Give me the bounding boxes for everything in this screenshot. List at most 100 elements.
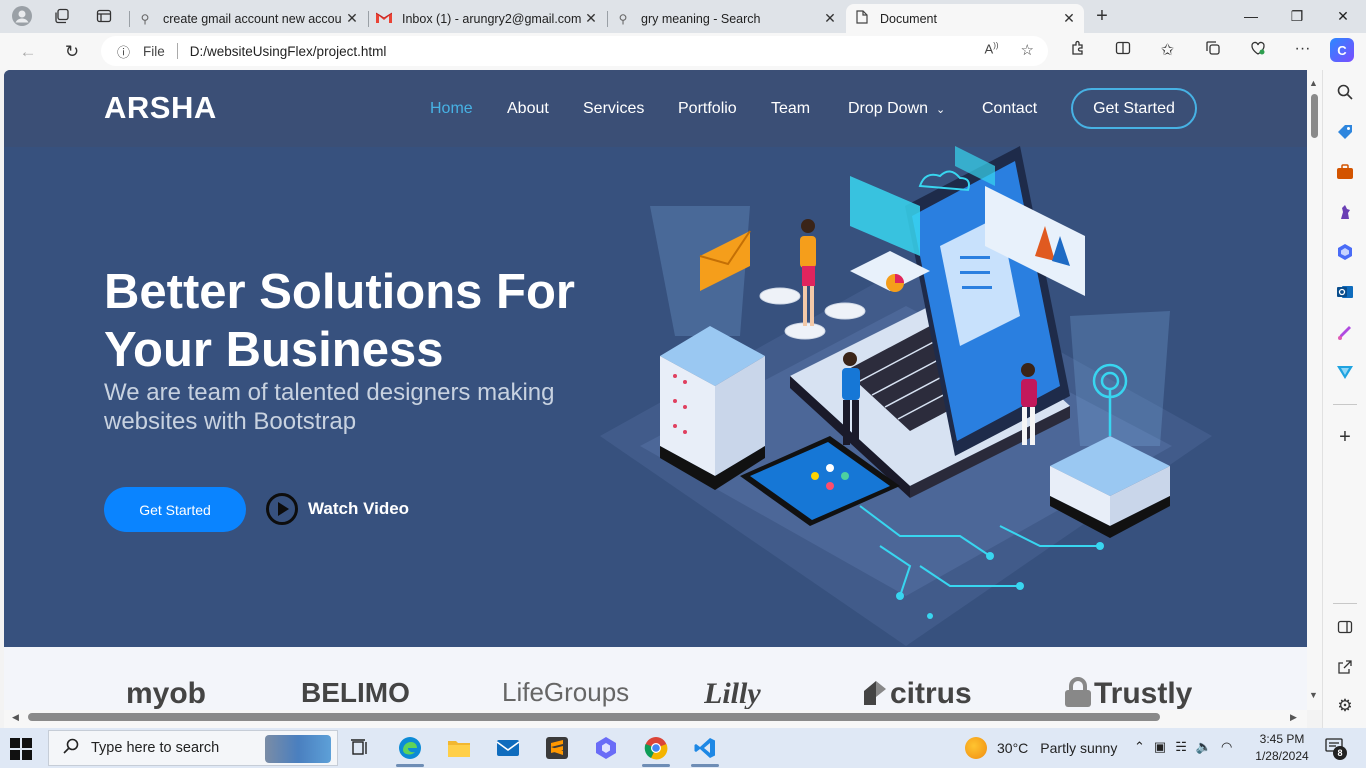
windows-start-icon[interactable] — [10, 738, 32, 760]
more-options-icon[interactable]: ··· — [1280, 40, 1325, 61]
wifi-icon[interactable]: ◠ — [1221, 739, 1232, 755]
site-header: ARSHA Home About Services Portfolio Team… — [4, 70, 1307, 147]
notification-count-badge: 8 — [1333, 746, 1347, 760]
nav-portfolio[interactable]: Portfolio — [678, 100, 737, 118]
minimize-icon[interactable]: — — [1228, 4, 1274, 28]
hide-sidebar-icon[interactable] — [1333, 615, 1357, 639]
task-view-icon[interactable] — [340, 733, 380, 763]
copilot-taskbar-icon[interactable] — [586, 733, 626, 763]
extensions-icon[interactable] — [1055, 40, 1100, 61]
tab-actions-icon[interactable] — [93, 5, 115, 27]
tab-document[interactable]: Document ✕ — [846, 4, 1084, 33]
profile-icon[interactable] — [11, 5, 33, 27]
scroll-up-arrow-icon[interactable]: ▲ — [1309, 78, 1318, 88]
games-icon[interactable] — [1333, 200, 1357, 224]
close-window-icon[interactable]: ✕ — [1320, 4, 1366, 28]
chevron-up-icon[interactable]: ⌃ — [1134, 739, 1145, 755]
close-tab-icon[interactable]: ✕ — [345, 10, 359, 27]
refresh-icon[interactable]: ↻ — [59, 40, 85, 64]
tab-title: create gmail account new accou — [163, 11, 342, 26]
weather-description: Partly sunny — [1040, 740, 1118, 756]
search-icon[interactable] — [1333, 80, 1357, 104]
mail-icon[interactable] — [488, 733, 528, 763]
nav-team[interactable]: Team — [771, 100, 810, 118]
client-logo-lifegroups: LifeGroups — [502, 677, 630, 707]
collections-icon[interactable] — [1190, 40, 1235, 61]
read-aloud-icon[interactable]: A)) — [985, 41, 999, 59]
nav-services[interactable]: Services — [583, 100, 644, 118]
horizontal-scrollbar[interactable]: ◀ ▶ — [4, 710, 1307, 728]
info-icon[interactable]: ⓘ — [117, 42, 135, 61]
vertical-scroll-thumb[interactable] — [1311, 94, 1318, 138]
taskbar-clock[interactable]: 3:45 PM 1/28/2024 — [1252, 731, 1312, 765]
search-icon: ⚲ — [140, 11, 150, 26]
input-method-icon[interactable]: ☵ — [1175, 739, 1187, 755]
designer-icon[interactable] — [1333, 320, 1357, 344]
client-logo-trustly-label: Trustly — [1094, 677, 1193, 709]
play-circle-icon — [266, 493, 298, 525]
back-arrow-icon[interactable]: ← — [15, 40, 41, 64]
weather-widget[interactable]: 30°C Partly sunny — [965, 737, 1117, 759]
tab-title: gry meaning - Search — [641, 11, 761, 26]
drop-icon[interactable] — [1333, 360, 1357, 384]
taskbar-search-box[interactable]: Type here to search — [48, 730, 338, 766]
workspaces-icon[interactable] — [51, 5, 73, 27]
watch-video-label: Watch Video — [308, 499, 410, 518]
close-tab-icon[interactable]: ✕ — [1062, 10, 1076, 27]
hero-subtitle: We are team of talented designers making… — [104, 379, 555, 435]
add-sidebar-app-icon[interactable]: + — [1333, 425, 1357, 449]
clients-strip: myob BELIMO LifeGroups Lilly citrus Trus… — [4, 647, 1307, 710]
split-screen-icon[interactable] — [1100, 40, 1145, 61]
tools-icon[interactable] — [1333, 160, 1357, 184]
meet-now-icon[interactable]: ▣ — [1154, 739, 1166, 755]
client-logo-trustly: Trustly — [1062, 677, 1192, 709]
scroll-down-arrow-icon[interactable]: ▼ — [1309, 690, 1318, 700]
url-text[interactable]: D:/websiteUsingFlex/project.html — [190, 44, 387, 59]
nav-about[interactable]: About — [507, 100, 549, 118]
outlook-icon[interactable] — [1333, 280, 1357, 304]
microsoft-365-icon[interactable] — [1333, 240, 1357, 264]
settings-gear-icon[interactable]: ⚙ — [1333, 694, 1357, 718]
restore-icon[interactable]: ❐ — [1274, 4, 1320, 28]
nav-dropdown[interactable]: Drop Down ⌄ — [848, 100, 945, 118]
nav-home[interactable]: Home — [430, 100, 473, 118]
file-explorer-icon[interactable] — [439, 733, 479, 763]
horizontal-scroll-thumb[interactable] — [28, 713, 1160, 721]
edge-taskbar-icon[interactable] — [390, 733, 430, 767]
tab-gmail-search[interactable]: ⚲ create gmail account new accou ✕ — [129, 4, 367, 33]
header-get-started-button[interactable]: Get Started — [1071, 88, 1197, 129]
nav-contact[interactable]: Contact — [982, 100, 1037, 118]
vscode-icon[interactable] — [685, 733, 725, 767]
tab-bing-search[interactable]: ⚲ gry meaning - Search ✕ — [607, 4, 845, 33]
search-placeholder: Type here to search — [91, 740, 220, 756]
vertical-scrollbar[interactable]: ▲ ▼ — [1307, 70, 1322, 710]
watch-video-link[interactable]: Watch Video — [266, 493, 409, 525]
chrome-icon[interactable] — [636, 733, 676, 767]
address-bar[interactable]: ⓘ File D:/websiteUsingFlex/project.html … — [101, 36, 1048, 66]
open-external-icon[interactable] — [1333, 655, 1357, 679]
browser-tab-bar: ⚲ create gmail account new accou ✕ Inbox… — [0, 0, 1366, 33]
tab-gmail-inbox[interactable]: Inbox (1) - arungry2@gmail.com ✕ — [368, 4, 606, 33]
scroll-right-arrow-icon[interactable]: ▶ — [1290, 712, 1297, 723]
tab-title: Inbox (1) - arungry2@gmail.com — [402, 11, 582, 26]
weather-temperature: 30°C — [997, 740, 1029, 756]
site-logo[interactable]: ARSHA — [104, 90, 217, 126]
nav-dropdown-label: Drop Down — [848, 100, 929, 117]
notification-center-icon[interactable]: 8 — [1325, 738, 1347, 760]
clock-date: 1/28/2024 — [1255, 749, 1309, 763]
scroll-left-arrow-icon[interactable]: ◀ — [12, 712, 19, 723]
hero-get-started-button[interactable]: Get Started — [104, 487, 246, 532]
system-tray: ⌃ ▣ ☵ 🔈 ◠ — [1134, 739, 1232, 755]
copilot-icon[interactable]: C — [1330, 38, 1354, 62]
volume-icon[interactable]: 🔈 — [1196, 739, 1212, 755]
close-tab-icon[interactable]: ✕ — [823, 10, 837, 27]
hero-title: Better Solutions For Your Business — [104, 265, 575, 377]
favorite-star-icon[interactable]: ☆ — [1021, 41, 1034, 59]
close-tab-icon[interactable]: ✕ — [584, 10, 598, 27]
favorites-icon[interactable]: ✩ — [1145, 40, 1190, 61]
new-tab-icon[interactable]: + — [1091, 5, 1113, 27]
hero-illustration — [600, 146, 1212, 646]
sublime-text-icon[interactable] — [537, 733, 577, 763]
shopping-tag-icon[interactable] — [1333, 120, 1357, 144]
browser-essentials-icon[interactable] — [1235, 40, 1280, 61]
